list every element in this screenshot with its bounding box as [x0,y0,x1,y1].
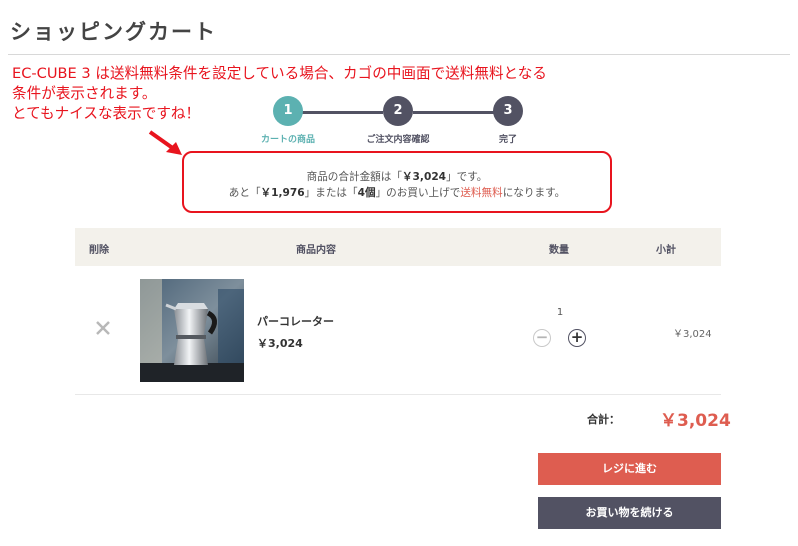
page-title: ショッピングカート [10,20,217,44]
notice-text: 」または「 [304,187,358,199]
notice-text: 商品の合計金額は「 [306,171,402,183]
step-2-label: ご注文内容確認 [366,135,430,145]
quantity-value: 1 [556,307,564,318]
header-quantity: 数量 [549,245,569,256]
header-item: 商品内容 [296,245,336,256]
cart-total-amount: ￥3,024 [401,171,447,183]
row-subtotal: ￥3,024 [673,329,712,340]
remaining-count: 4個 [357,187,376,199]
notice-line-1: 商品の合計金額は「￥3,024」です。 [184,169,610,184]
checkout-steps: 1 2 3 カートの商品 ご注文内容確認 完了 [258,96,538,148]
table-row: パーコレーター ￥3,024 1 − + ￥3,024 [75,266,721,395]
notice-text: 」のお買い上げで [375,187,461,199]
notice-text: あと「 [228,187,261,199]
step-3-label: 完了 [498,135,518,145]
remaining-amount: ￥1,976 [260,187,305,199]
checkout-button[interactable]: レジに進む [538,453,721,485]
total-label: 合計： [587,413,620,426]
step-1-label: カートの商品 [260,135,316,145]
free-shipping-label: 送料無料 [460,187,503,199]
product-price: ￥3,024 [257,337,303,350]
notice-line-2: あと「￥1,976」または「4個」のお買い上げで送料無料になります。 [184,185,610,200]
annotation-line: EC-CUBE 3 は送料無料条件を設定している場合、カゴの中画面で送料無料とな… [12,65,547,82]
notice-text: 」です。 [446,171,488,183]
arrow-icon [148,130,182,155]
free-shipping-notice: 商品の合計金額は「￥3,024」です。 あと「￥1,976」または「4個」のお買… [182,151,612,213]
product-image[interactable] [140,279,244,382]
header-subtotal: 小計 [656,245,676,256]
title-divider [8,54,790,55]
step-2-circle: 2 [383,96,413,126]
step-1-circle: 1 [273,96,303,126]
minus-icon[interactable]: − [533,329,551,347]
total-value: ￥3,024 [660,411,731,431]
notice-text: になります。 [502,187,566,199]
step-3-circle: 3 [493,96,523,126]
plus-icon[interactable]: + [568,329,586,347]
header-remove: 削除 [89,245,109,256]
continue-shopping-button[interactable]: お買い物を続ける [538,497,721,529]
close-icon[interactable] [93,318,113,338]
cart-table-header: 削除 商品内容 数量 小計 [75,228,721,266]
product-name[interactable]: パーコレーター [257,313,334,329]
